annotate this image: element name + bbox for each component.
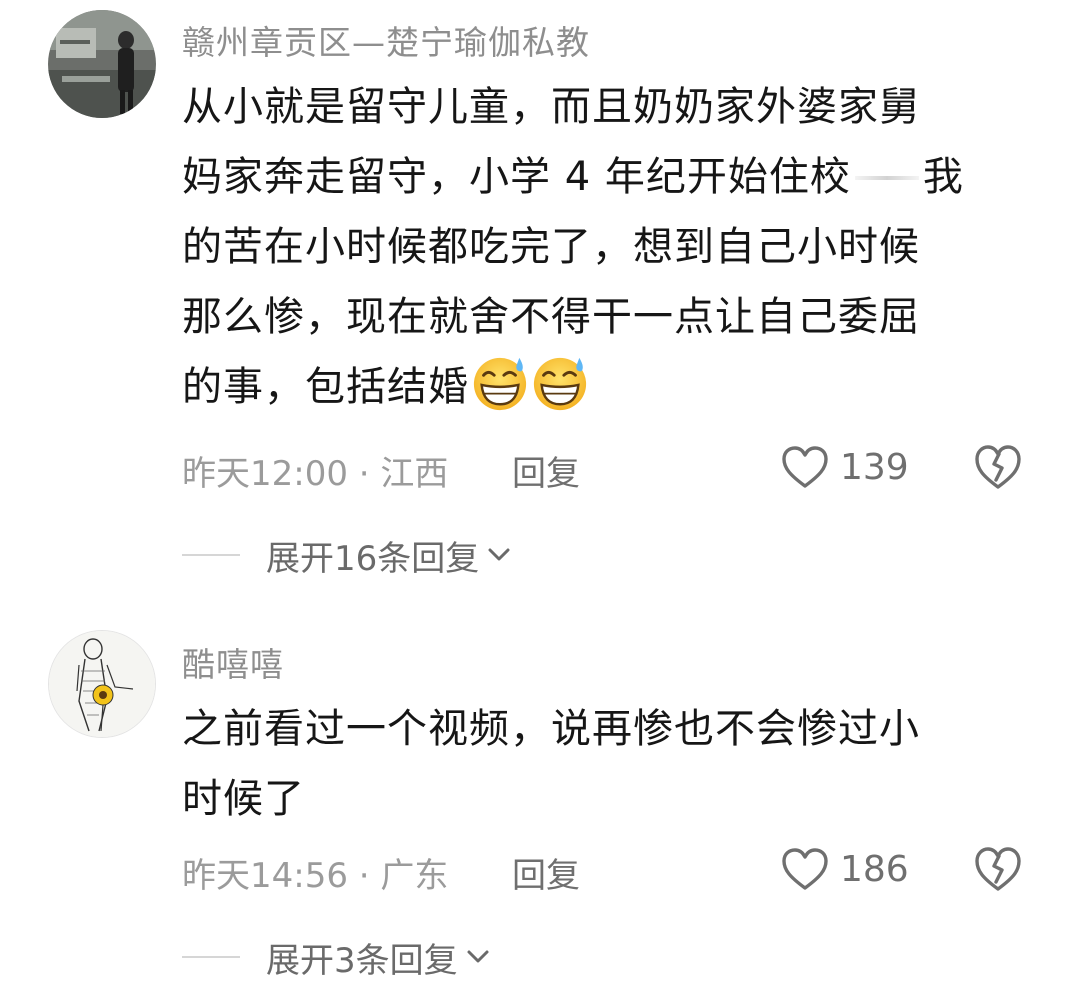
expand-replies-label: 展开16条回复 [266, 538, 480, 579]
comment-line: 从小就是留守儿童，而且奶奶家外婆家舅 [182, 84, 920, 130]
broken-heart-icon[interactable] [972, 844, 1024, 894]
comment-text: 妈家奔走留守，小学 4 年纪开始住校 [182, 154, 851, 200]
avatar[interactable] [48, 630, 156, 738]
comment-text: 我 [922, 154, 964, 200]
comment-body: 从小就是留守儿童，而且奶奶家外婆家舅 妈家奔走留守，小学 4 年纪开始住校 我 的… [182, 72, 1032, 422]
comment-line: 妈家奔走留守，小学 4 年纪开始住校 我 [182, 142, 1032, 212]
expand-replies[interactable]: 展开16条回复 [182, 532, 511, 579]
reply-button[interactable]: 回复 [512, 848, 580, 897]
like-button[interactable]: 139 [780, 442, 909, 492]
heart-outline-icon [782, 848, 828, 890]
comment-line: 之前看过一个视频，说再惨也不会惨过小 [182, 706, 920, 752]
reply-button[interactable]: 回复 [512, 446, 580, 495]
chevron-down-icon [467, 950, 489, 963]
grinning-sweat-emoji [533, 357, 587, 411]
comment-username[interactable]: 酷嘻嘻 [182, 638, 284, 686]
chevron-down-icon [488, 548, 510, 561]
divider-line [182, 956, 240, 958]
expand-replies[interactable]: 展开3条回复 [182, 934, 490, 981]
comment-body: 之前看过一个视频，说再惨也不会惨过小 时候了 [182, 694, 1032, 834]
grinning-sweat-emoji [473, 357, 527, 411]
divider-line [182, 554, 240, 556]
comment-time-location: 昨天14:56 · 广东 [182, 856, 449, 896]
comment-line: 的苦在小时候都吃完了，想到自己小时候 [182, 224, 920, 270]
comment-text: 的事，包括结婚 [182, 364, 469, 410]
like-count: 139 [840, 446, 909, 488]
comment-line: 的事，包括结婚 [182, 352, 1032, 422]
comment-time-location: 昨天12:00 · 江西 [182, 454, 449, 494]
expand-replies-label: 展开3条回复 [266, 940, 458, 981]
heart-outline-icon [782, 446, 828, 488]
comment-line: 时候了 [182, 776, 305, 822]
avatar[interactable] [48, 10, 156, 118]
broken-heart-icon[interactable] [972, 442, 1024, 492]
comment-username[interactable]: 赣州章贡区—楚宁瑜伽私教 [182, 16, 590, 64]
like-button[interactable]: 186 [780, 844, 909, 894]
blurred-dash [854, 176, 919, 180]
comment-line: 那么惨，现在就舍不得干一点让自己委屈 [182, 294, 920, 340]
like-count: 186 [840, 848, 909, 890]
